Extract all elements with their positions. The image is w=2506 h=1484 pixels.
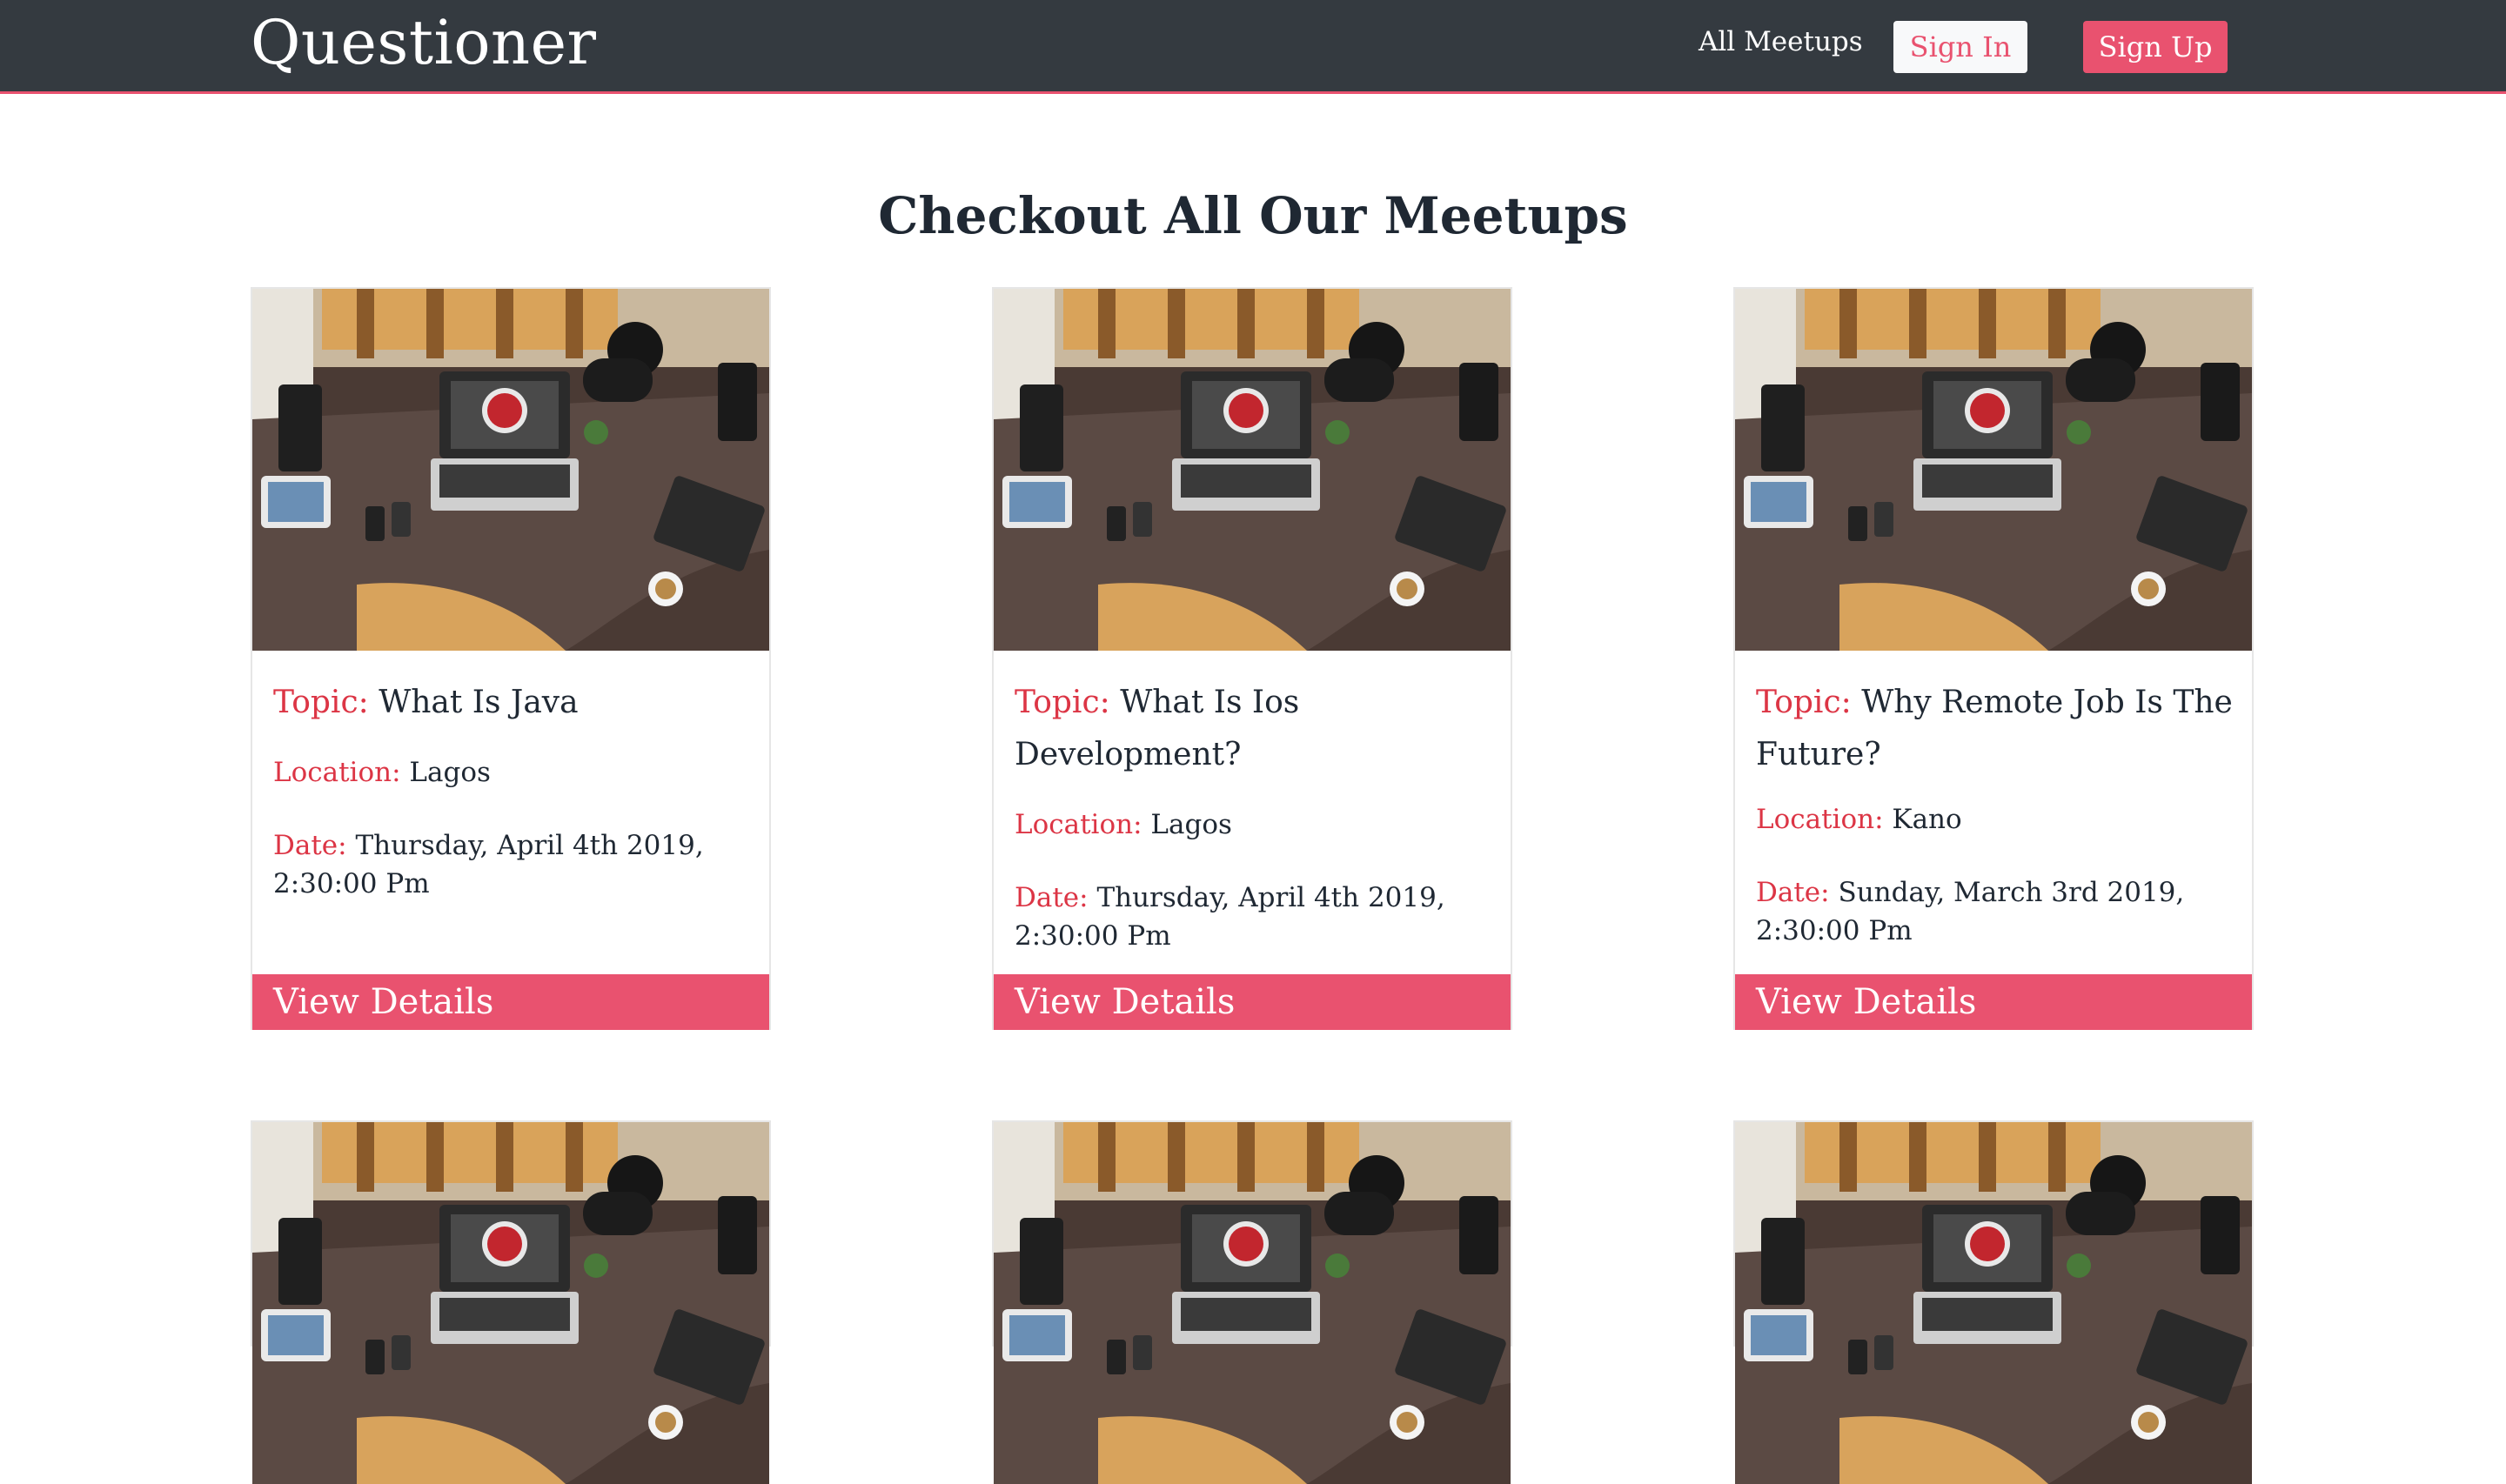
meetup-card [1733,1120,2254,1347]
sign-in-button[interactable]: Sign In [1893,21,2027,73]
location-label: Location: [273,757,401,788]
topic-label: Topic: [1756,685,1852,720]
meetup-image[interactable] [252,1122,769,1484]
meetup-card: Topic: What Is Java Location: Lagos Date… [251,287,771,1030]
location-label: Location: [1756,804,1884,835]
brand-logo[interactable]: Questioner [251,7,596,78]
date-label: Date: [273,830,347,861]
location-value: Lagos [409,757,491,788]
meetup-card: Topic: Why Remote Job Is The Future? Loc… [1733,287,2254,1030]
location-value: Kano [1892,804,1962,835]
meetup-card [992,1120,1512,1347]
meetup-date: Date: Sunday, March 3rd 2019, 2:30:00 Pm [1756,873,2235,950]
meetup-card [251,1120,771,1347]
date-label: Date: [1756,877,1830,908]
meetup-image[interactable] [252,289,769,651]
meetup-image[interactable] [994,1122,1511,1484]
view-details-button[interactable]: View Details [1735,974,2252,1030]
meetup-topic: Topic: Why Remote Job Is The Future? [1756,677,2235,781]
top-navbar: Questioner All Meetups Sign In Sign Up [0,0,2506,94]
meetup-location: Location: Kano [1756,800,2235,839]
meetup-date: Date: Thursday, April 4th 2019, 2:30:00 … [273,826,752,903]
meetup-image[interactable] [994,289,1511,651]
meetup-location: Location: Lagos [273,753,752,792]
meetup-location: Location: Lagos [1015,806,1493,844]
meetup-image[interactable] [1735,1122,2252,1484]
meetup-image[interactable] [1735,289,2252,651]
topic-label: Topic: [273,685,369,720]
sign-up-button[interactable]: Sign Up [2083,21,2228,73]
view-details-button[interactable]: View Details [252,974,769,1030]
location-label: Location: [1015,809,1142,840]
meetup-topic: Topic: What Is Java [273,677,752,729]
topic-label: Topic: [1015,685,1110,720]
view-details-button[interactable]: View Details [994,974,1511,1030]
topic-value: What Is Java [379,685,579,720]
meetup-card: Topic: What Is Ios Development? Location… [992,287,1512,1030]
nav-all-meetups-link[interactable]: All Meetups [1699,26,1863,57]
date-label: Date: [1015,882,1089,913]
meetup-topic: Topic: What Is Ios Development? [1015,677,1493,781]
page-title: Checkout All Our Meetups [878,186,1628,245]
location-value: Lagos [1150,809,1232,840]
meetup-date: Date: Thursday, April 4th 2019, 2:30:00 … [1015,879,1493,955]
